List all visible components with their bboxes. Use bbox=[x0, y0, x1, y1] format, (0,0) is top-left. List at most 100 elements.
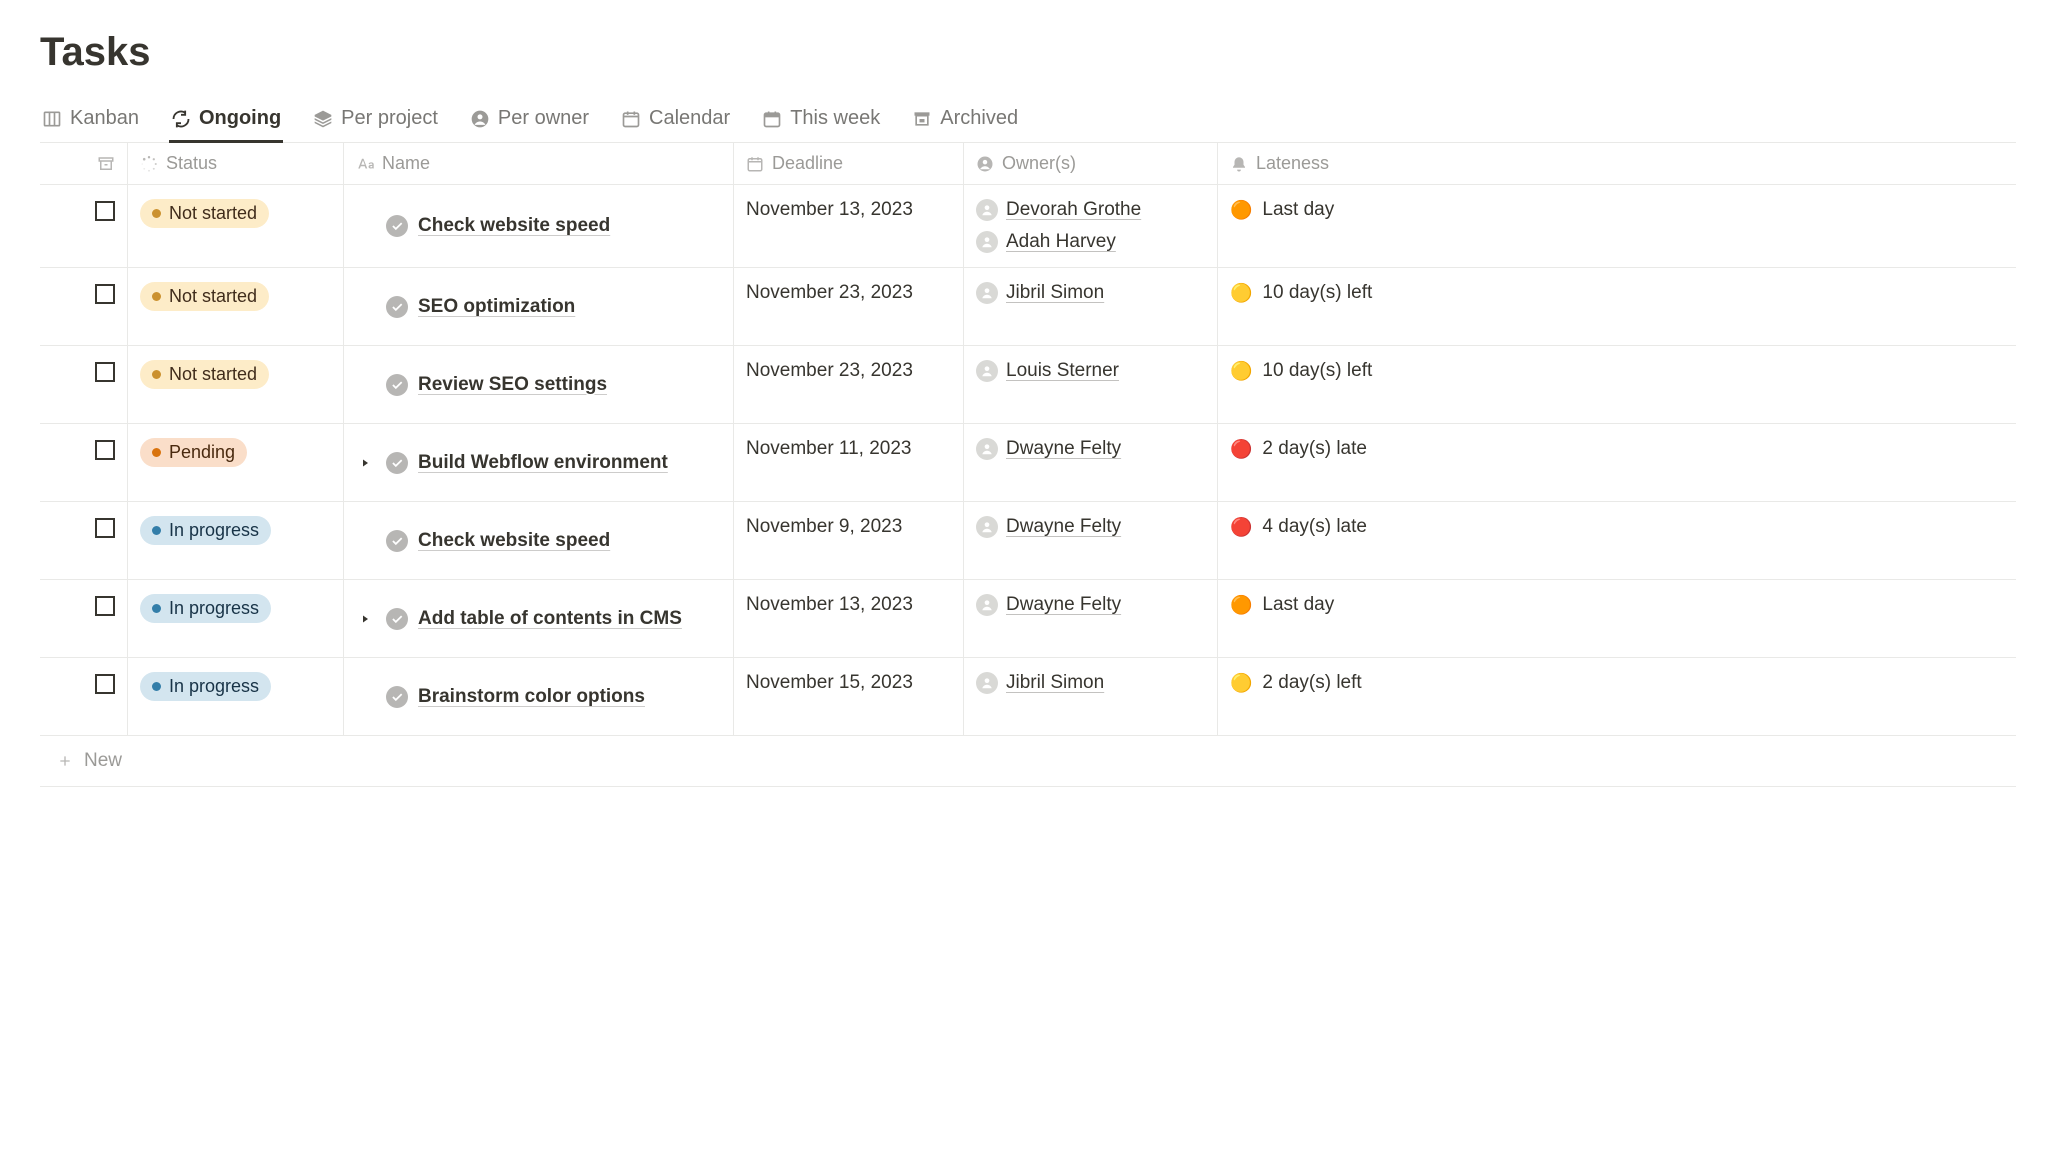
expand-toggle[interactable] bbox=[356, 454, 374, 472]
deadline-cell[interactable]: November 23, 2023 bbox=[734, 268, 964, 345]
owner-list: Dwayne Felty bbox=[976, 438, 1121, 460]
status-cell[interactable]: In progress bbox=[128, 658, 344, 735]
owner-name: Dwayne Felty bbox=[1006, 594, 1121, 616]
table-row[interactable]: Not started Check website speed November 1… bbox=[40, 185, 2016, 268]
name-cell[interactable]: Build Webflow environment bbox=[344, 424, 734, 501]
table-row[interactable]: In progress Brainstorm color options Novem… bbox=[40, 658, 2016, 736]
status-cell[interactable]: In progress bbox=[128, 580, 344, 657]
owner-name: Dwayne Felty bbox=[1006, 438, 1121, 460]
owner-chip[interactable]: Louis Sterner bbox=[976, 360, 1119, 382]
lateness-cell: 🔴2 day(s) late bbox=[1218, 424, 2016, 501]
column-header-name[interactable]: Name bbox=[344, 143, 734, 184]
task-name-link[interactable]: Build Webflow environment bbox=[418, 452, 668, 474]
tab-this-week[interactable]: This week bbox=[760, 99, 882, 143]
column-header-lateness[interactable]: Lateness bbox=[1218, 143, 2016, 184]
owner-cell[interactable]: Dwayne Felty bbox=[964, 502, 1218, 579]
check-circle-icon bbox=[386, 374, 408, 396]
owner-chip[interactable]: Dwayne Felty bbox=[976, 438, 1121, 460]
owner-chip[interactable]: Devorah Grothe bbox=[976, 199, 1141, 221]
deadline-cell[interactable]: November 23, 2023 bbox=[734, 346, 964, 423]
expand-toggle[interactable] bbox=[356, 610, 374, 628]
deadline-text: November 13, 2023 bbox=[746, 594, 913, 616]
row-checkbox[interactable] bbox=[95, 596, 115, 616]
tab-label: Per project bbox=[341, 107, 438, 130]
status-dot-icon bbox=[152, 682, 161, 691]
name-cell[interactable]: SEO optimization bbox=[344, 268, 734, 345]
row-checkbox-cell bbox=[40, 268, 128, 345]
row-checkbox[interactable] bbox=[95, 362, 115, 382]
column-header-deadline[interactable]: Deadline bbox=[734, 143, 964, 184]
owner-list: Jibril Simon bbox=[976, 282, 1104, 304]
table-row[interactable]: Not started SEO optimization November 23, … bbox=[40, 268, 2016, 346]
owner-chip[interactable]: Jibril Simon bbox=[976, 672, 1104, 694]
column-header-archive[interactable] bbox=[40, 143, 128, 184]
status-dot-icon bbox=[152, 526, 161, 535]
owner-name: Adah Harvey bbox=[1006, 231, 1116, 253]
ongoing-tab-icon bbox=[171, 109, 191, 129]
status-cell[interactable]: Not started bbox=[128, 346, 344, 423]
table-row[interactable]: In progress Check website speed November 9… bbox=[40, 502, 2016, 580]
deadline-cell[interactable]: November 13, 2023 bbox=[734, 580, 964, 657]
owner-list: Jibril Simon bbox=[976, 672, 1104, 694]
deadline-cell[interactable]: November 13, 2023 bbox=[734, 185, 964, 267]
lateness-cell: 🔴4 day(s) late bbox=[1218, 502, 2016, 579]
deadline-cell[interactable]: November 15, 2023 bbox=[734, 658, 964, 735]
lateness-indicator-icon: 🟠 bbox=[1230, 595, 1252, 616]
tab-ongoing[interactable]: Ongoing bbox=[169, 99, 283, 143]
tab-per-owner[interactable]: Per owner bbox=[468, 99, 591, 143]
status-cell[interactable]: Not started bbox=[128, 268, 344, 345]
name-cell[interactable]: Check website speed bbox=[344, 185, 734, 267]
column-header-label: Deadline bbox=[772, 153, 843, 174]
name-cell[interactable]: Brainstorm color options bbox=[344, 658, 734, 735]
tab-calendar[interactable]: Calendar bbox=[619, 99, 732, 143]
task-name-link[interactable]: Add table of contents in CMS bbox=[418, 608, 682, 630]
new-row-button[interactable]: New bbox=[40, 736, 2016, 787]
owner-cell[interactable]: Jibril Simon bbox=[964, 268, 1218, 345]
owner-cell[interactable]: Jibril Simon bbox=[964, 658, 1218, 735]
column-header-owners[interactable]: Owner(s) bbox=[964, 143, 1218, 184]
tab-archived[interactable]: Archived bbox=[910, 99, 1020, 143]
owner-chip[interactable]: Dwayne Felty bbox=[976, 594, 1121, 616]
owner-cell[interactable]: Louis Sterner bbox=[964, 346, 1218, 423]
task-name-link[interactable]: SEO optimization bbox=[418, 296, 575, 318]
row-checkbox[interactable] bbox=[95, 518, 115, 538]
status-cell[interactable]: In progress bbox=[128, 502, 344, 579]
task-name-link[interactable]: Check website speed bbox=[418, 530, 610, 552]
table-row[interactable]: In progress Add table of contents in CMS N… bbox=[40, 580, 2016, 658]
row-checkbox[interactable] bbox=[95, 440, 115, 460]
task-name-link[interactable]: Review SEO settings bbox=[418, 374, 607, 396]
task-name-link[interactable]: Check website speed bbox=[418, 215, 610, 237]
owner-cell[interactable]: Dwayne Felty bbox=[964, 580, 1218, 657]
owner-chip[interactable]: Dwayne Felty bbox=[976, 516, 1121, 538]
column-header-status[interactable]: Status bbox=[128, 143, 344, 184]
tab-label: Archived bbox=[940, 107, 1018, 130]
archive-icon bbox=[97, 155, 115, 173]
status-pill: Not started bbox=[140, 199, 269, 228]
tab-label: Calendar bbox=[649, 107, 730, 130]
task-name-link[interactable]: Brainstorm color options bbox=[418, 686, 645, 708]
status-cell[interactable]: Pending bbox=[128, 424, 344, 501]
deadline-cell[interactable]: November 9, 2023 bbox=[734, 502, 964, 579]
lateness-indicator-icon: 🟡 bbox=[1230, 361, 1252, 382]
name-cell[interactable]: Add table of contents in CMS bbox=[344, 580, 734, 657]
owner-cell[interactable]: Dwayne Felty bbox=[964, 424, 1218, 501]
owner-chip[interactable]: Jibril Simon bbox=[976, 282, 1104, 304]
row-checkbox-cell bbox=[40, 185, 128, 267]
status-cell[interactable]: Not started bbox=[128, 185, 344, 267]
lateness-value: 🟡2 day(s) left bbox=[1230, 672, 1362, 694]
row-checkbox[interactable] bbox=[95, 674, 115, 694]
owner-cell[interactable]: Devorah Grothe Adah Harvey bbox=[964, 185, 1218, 267]
per-owner-tab-icon bbox=[470, 109, 490, 129]
table-row[interactable]: Not started Review SEO settings November 2… bbox=[40, 346, 2016, 424]
deadline-cell[interactable]: November 11, 2023 bbox=[734, 424, 964, 501]
name-cell[interactable]: Check website speed bbox=[344, 502, 734, 579]
status-dot-icon bbox=[152, 370, 161, 379]
row-checkbox[interactable] bbox=[95, 284, 115, 304]
name-cell[interactable]: Review SEO settings bbox=[344, 346, 734, 423]
check-circle-icon bbox=[386, 296, 408, 318]
tab-kanban[interactable]: Kanban bbox=[40, 99, 141, 143]
tab-per-project[interactable]: Per project bbox=[311, 99, 440, 143]
row-checkbox[interactable] bbox=[95, 201, 115, 221]
table-row[interactable]: Pending Build Webflow environment November… bbox=[40, 424, 2016, 502]
owner-chip[interactable]: Adah Harvey bbox=[976, 231, 1141, 253]
